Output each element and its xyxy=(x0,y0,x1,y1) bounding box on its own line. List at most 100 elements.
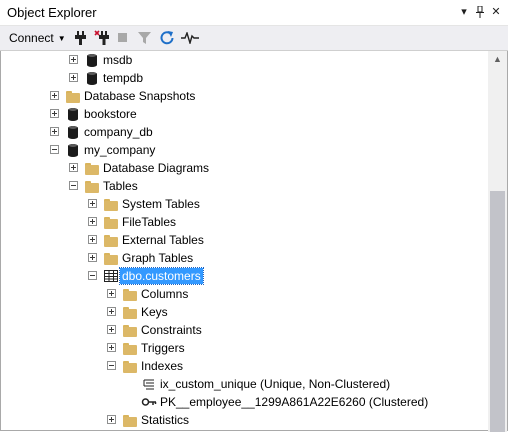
tree-node-folder[interactable]: Tables xyxy=(0,177,488,195)
folder-icon xyxy=(103,214,119,230)
collapse-icon[interactable] xyxy=(50,145,59,154)
tree-node-folder[interactable]: Database Diagrams xyxy=(0,159,488,177)
tree-node-folder[interactable]: External Tables xyxy=(0,231,488,249)
database-icon xyxy=(65,106,81,122)
tree-node-folder[interactable]: Keys xyxy=(0,303,488,321)
refresh-icon[interactable] xyxy=(160,29,176,47)
folder-icon xyxy=(122,304,138,320)
vertical-scrollbar[interactable]: ▲ xyxy=(488,51,507,432)
tree-node-folder[interactable]: Graph Tables xyxy=(0,249,488,267)
expand-icon[interactable] xyxy=(88,199,97,208)
tree-node-label: Statistics xyxy=(141,413,190,427)
expand-icon[interactable] xyxy=(50,109,59,118)
tree-node-label: Columns xyxy=(141,287,189,301)
connect-button[interactable]: Connect ▼ xyxy=(9,29,66,47)
tree-node-primary-key[interactable]: PK__employee__1299A861A22E6260 (Clustere… xyxy=(0,393,488,411)
toolbar: Connect ▼ xyxy=(0,26,508,51)
table-icon xyxy=(103,268,119,284)
close-icon[interactable]: ✕ xyxy=(488,3,504,21)
scroll-up-arrow-icon[interactable]: ▲ xyxy=(488,51,507,68)
object-tree: msdb tempdb Database Snapshots bookstore com… xyxy=(0,51,488,432)
tree-node-database[interactable]: msdb xyxy=(0,51,488,69)
key-icon xyxy=(141,394,157,410)
expand-icon[interactable] xyxy=(107,343,116,352)
tree-node-label: External Tables xyxy=(122,233,204,247)
tree-node-folder[interactable]: Columns xyxy=(0,285,488,303)
folder-icon xyxy=(84,160,100,176)
collapse-icon[interactable] xyxy=(107,361,116,370)
database-icon xyxy=(84,52,100,68)
expand-icon[interactable] xyxy=(107,289,116,298)
folder-icon xyxy=(103,232,119,248)
filter-icon[interactable] xyxy=(138,29,152,47)
expand-icon[interactable] xyxy=(88,217,97,226)
folder-icon xyxy=(122,286,138,302)
folder-icon xyxy=(122,322,138,338)
index-icon xyxy=(141,376,157,392)
tree-node-label: PK__employee__1299A861A22E6260 (Clustere… xyxy=(160,395,429,409)
tree-node-label: System Tables xyxy=(122,197,200,211)
tree-node-label: Keys xyxy=(141,305,168,319)
chevron-down-icon: ▼ xyxy=(57,34,66,43)
tree-node-label: Indexes xyxy=(141,359,184,373)
expand-icon[interactable] xyxy=(69,73,78,82)
tree-node-label: bookstore xyxy=(84,107,137,121)
tree-node-label: tempdb xyxy=(103,71,144,85)
tree-node-label: msdb xyxy=(103,53,133,67)
folder-icon xyxy=(103,196,119,212)
tree-node-database[interactable]: bookstore xyxy=(0,105,488,123)
tree-node-database[interactable]: my_company xyxy=(0,141,488,159)
folder-icon xyxy=(65,88,81,104)
scroll-thumb[interactable] xyxy=(490,191,505,432)
pin-icon[interactable] xyxy=(472,3,488,21)
tree-node-folder[interactable]: Statistics xyxy=(0,411,488,429)
panel-title: Object Explorer xyxy=(7,5,97,20)
tree-node-table[interactable]: dbo.customers xyxy=(0,267,488,285)
folder-icon xyxy=(103,250,119,266)
window-position-dropdown-icon[interactable]: ▾ xyxy=(456,3,472,21)
disconnect-plug-icon[interactable] xyxy=(94,29,110,47)
database-icon xyxy=(84,70,100,86)
connect-label: Connect xyxy=(9,31,54,45)
expand-icon[interactable] xyxy=(69,55,78,64)
folder-icon xyxy=(84,178,100,194)
tree-node-label: my_company xyxy=(84,143,156,157)
tree-node-folder[interactable]: Indexes xyxy=(0,357,488,375)
folder-icon xyxy=(122,412,138,428)
tree-node-label: Graph Tables xyxy=(122,251,194,265)
title-bar: Object Explorer ▾ ✕ xyxy=(0,0,508,26)
database-icon xyxy=(65,124,81,140)
tree-node-label: company_db xyxy=(84,125,153,139)
tree-node-folder[interactable]: FileTables xyxy=(0,213,488,231)
tree-node-folder[interactable]: Database Snapshots xyxy=(0,87,488,105)
expand-icon[interactable] xyxy=(50,91,59,100)
expand-icon[interactable] xyxy=(107,325,116,334)
expand-icon[interactable] xyxy=(88,253,97,262)
tree-node-database[interactable]: company_db xyxy=(0,123,488,141)
tree-node-database[interactable]: tempdb xyxy=(0,69,488,87)
tree-node-folder[interactable]: Triggers xyxy=(0,339,488,357)
tree-node-label: Constraints xyxy=(141,323,202,337)
database-icon xyxy=(65,142,81,158)
tree-node-folder[interactable]: System Tables xyxy=(0,195,488,213)
tree-node-label: Tables xyxy=(103,179,138,193)
tree-node-label: FileTables xyxy=(122,215,177,229)
expand-icon[interactable] xyxy=(107,307,116,316)
expand-icon[interactable] xyxy=(88,235,97,244)
expand-icon[interactable] xyxy=(107,415,116,424)
collapse-icon[interactable] xyxy=(88,271,97,280)
tree-node-label: Database Snapshots xyxy=(84,89,196,103)
stop-icon[interactable] xyxy=(118,29,130,47)
collapse-icon[interactable] xyxy=(69,181,78,190)
tree-node-index[interactable]: ix_custom_unique (Unique, Non-Clustered) xyxy=(0,375,488,393)
tree-node-label: ix_custom_unique (Unique, Non-Clustered) xyxy=(160,377,391,391)
expand-icon[interactable] xyxy=(50,127,59,136)
tree-node-label: Database Diagrams xyxy=(103,161,210,175)
connect-plug-icon[interactable] xyxy=(74,29,90,47)
tree-node-label-selected: dbo.customers xyxy=(119,267,204,285)
tree-node-folder[interactable]: Constraints xyxy=(0,321,488,339)
folder-icon xyxy=(122,340,138,356)
tree-node-label: Triggers xyxy=(141,341,185,355)
activity-monitor-icon[interactable] xyxy=(181,29,199,47)
expand-icon[interactable] xyxy=(69,163,78,172)
